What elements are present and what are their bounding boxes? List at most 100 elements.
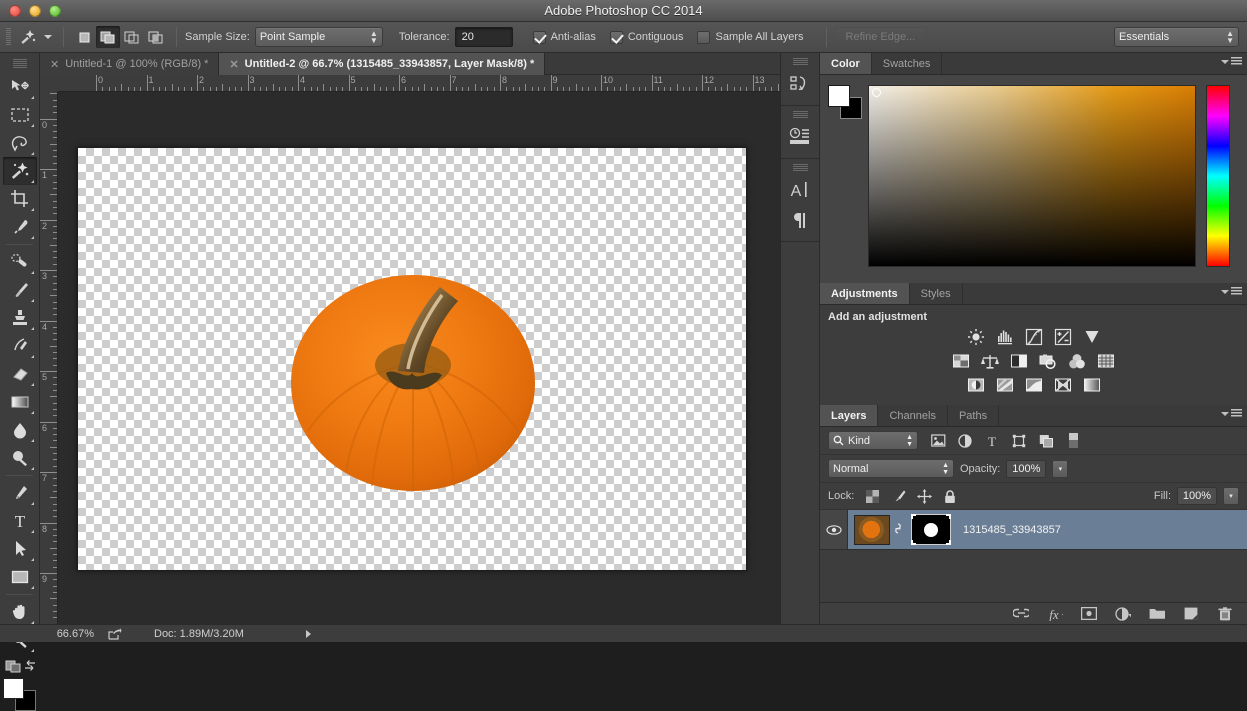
filter-shape-layers-icon[interactable]: [1011, 433, 1027, 449]
anti-alias-checkbox-row[interactable]: Anti-alias: [533, 31, 596, 44]
layer-style-fx-icon[interactable]: fx: [1047, 606, 1063, 622]
posterize-icon[interactable]: [994, 375, 1016, 395]
history-icon[interactable]: [783, 69, 817, 99]
threshold-icon[interactable]: [1023, 375, 1045, 395]
subtract-from-selection-button[interactable]: [120, 26, 144, 48]
quick-mask-icon[interactable]: [5, 658, 23, 674]
paragraph-pilcrow-icon[interactable]: [783, 205, 817, 235]
layer-mask-thumbnail[interactable]: [911, 514, 951, 545]
layer-visibility-toggle[interactable]: [820, 510, 848, 549]
table-row[interactable]: 1315485_33943857: [820, 510, 1247, 550]
tool-preset-dropdown[interactable]: [41, 30, 55, 44]
dodge-tool[interactable]: [3, 444, 37, 472]
tab-channels[interactable]: Channels: [878, 405, 947, 426]
filter-toggle-icon[interactable]: [1065, 433, 1081, 449]
layer-thumbnail[interactable]: [854, 515, 890, 545]
brightness-contrast-icon[interactable]: [965, 327, 987, 347]
crop-tool[interactable]: [3, 185, 37, 213]
pen-tool[interactable]: [3, 479, 37, 507]
status-menu-arrow-icon[interactable]: [306, 630, 311, 638]
intersect-with-selection-button[interactable]: [144, 26, 168, 48]
close-icon[interactable]: ✕: [50, 58, 59, 71]
fill-input[interactable]: 100%: [1177, 487, 1217, 505]
fill-slider-dropdown[interactable]: ▾: [1223, 487, 1239, 505]
vibrance-icon[interactable]: [1081, 327, 1103, 347]
brush-tool[interactable]: [3, 276, 37, 304]
type-tool[interactable]: T: [3, 507, 37, 535]
opacity-input[interactable]: 100%: [1006, 460, 1046, 478]
color-balance-icon[interactable]: [979, 351, 1001, 371]
contiguous-checkbox-row[interactable]: Contiguous: [610, 31, 684, 44]
spot-healing-brush-tool[interactable]: [3, 248, 37, 276]
new-group-icon[interactable]: [1149, 606, 1165, 622]
add-to-selection-button[interactable]: [96, 26, 120, 48]
document-tab-untitled-1[interactable]: ✕ Untitled-1 @ 100% (RGB/8) *: [40, 53, 219, 75]
tab-paths[interactable]: Paths: [948, 405, 999, 426]
color-picker-field[interactable]: [868, 85, 1196, 267]
dock-grip[interactable]: [793, 164, 808, 172]
gradient-tool[interactable]: [3, 388, 37, 416]
magic-wand-tool[interactable]: [3, 157, 37, 185]
lock-image-pixels-icon[interactable]: [890, 488, 906, 504]
close-icon[interactable]: ✕: [229, 58, 238, 71]
clone-stamp-tool[interactable]: [3, 304, 37, 332]
move-tool[interactable]: [3, 73, 37, 101]
link-layers-icon[interactable]: [1013, 606, 1029, 622]
sample-all-layers-checkbox-row[interactable]: Sample All Layers: [697, 31, 803, 44]
filter-adjustment-layers-icon[interactable]: [957, 433, 973, 449]
lock-transparent-pixels-icon[interactable]: [864, 488, 880, 504]
history-brush-tool[interactable]: [3, 332, 37, 360]
color-picker-marker[interactable]: [872, 88, 881, 97]
invert-icon[interactable]: [965, 375, 987, 395]
new-selection-button[interactable]: [72, 26, 96, 48]
add-layer-mask-icon[interactable]: [1081, 606, 1097, 622]
sample-all-layers-checkbox[interactable]: [697, 31, 710, 44]
delete-layer-icon[interactable]: [1217, 606, 1233, 622]
tab-swatches[interactable]: Swatches: [872, 53, 943, 74]
refine-edge-button[interactable]: Refine Edge...: [835, 27, 927, 47]
layer-filter-kind-dropdown[interactable]: Kind ▲▼: [828, 431, 918, 450]
options-bar-grip[interactable]: [6, 28, 11, 46]
tab-adjustments[interactable]: Adjustments: [820, 283, 910, 304]
magic-wand-icon[interactable]: [15, 26, 41, 48]
hand-tool[interactable]: [3, 598, 37, 626]
workspace-dropdown[interactable]: Essentials ▲▼: [1114, 27, 1239, 47]
share-icon[interactable]: [102, 628, 128, 640]
character-A-icon[interactable]: A: [783, 175, 817, 205]
sample-size-dropdown[interactable]: Point Sample ▲▼: [255, 27, 383, 47]
swap-arrows-icon[interactable]: [23, 659, 37, 673]
rectangular-marquee-tool[interactable]: [3, 101, 37, 129]
tolerance-input[interactable]: 20: [455, 27, 513, 47]
selective-color-icon[interactable]: [1052, 375, 1074, 395]
tab-styles[interactable]: Styles: [910, 283, 963, 304]
lock-all-icon[interactable]: [942, 488, 958, 504]
exposure-icon[interactable]: [1052, 327, 1074, 347]
hue-slider[interactable]: [1206, 85, 1230, 267]
adjustments-panel-menu-button[interactable]: [1221, 287, 1242, 296]
blend-mode-dropdown[interactable]: Normal ▲▼: [828, 459, 954, 478]
blur-tool[interactable]: [3, 416, 37, 444]
dock-grip[interactable]: [793, 111, 808, 119]
dock-grip[interactable]: [793, 58, 808, 66]
anti-alias-checkbox[interactable]: [533, 31, 546, 44]
filter-pixel-layers-icon[interactable]: [930, 433, 946, 449]
filter-smart-object-icon[interactable]: [1038, 433, 1054, 449]
path-selection-tool[interactable]: [3, 535, 37, 563]
contiguous-checkbox[interactable]: [610, 31, 623, 44]
new-layer-icon[interactable]: [1183, 606, 1199, 622]
opacity-slider-dropdown[interactable]: ▾: [1052, 460, 1068, 478]
lock-position-icon[interactable]: [916, 488, 932, 504]
photo-filter-icon[interactable]: [1037, 351, 1059, 371]
curves-icon[interactable]: [1023, 327, 1045, 347]
color-panel-menu-button[interactable]: [1221, 57, 1242, 66]
filter-type-layers-icon[interactable]: T: [984, 433, 1000, 449]
eyedropper-tool[interactable]: [3, 213, 37, 241]
gradient-map-icon[interactable]: [1081, 375, 1103, 395]
lasso-tool[interactable]: [3, 129, 37, 157]
artboard-canvas[interactable]: [77, 147, 747, 571]
horizontal-ruler[interactable]: 01234567891011121314: [58, 75, 780, 92]
eraser-tool[interactable]: [3, 360, 37, 388]
black-white-icon[interactable]: [1008, 351, 1030, 371]
vertical-ruler[interactable]: 10123456789: [40, 92, 58, 624]
tab-layers[interactable]: Layers: [820, 405, 878, 426]
